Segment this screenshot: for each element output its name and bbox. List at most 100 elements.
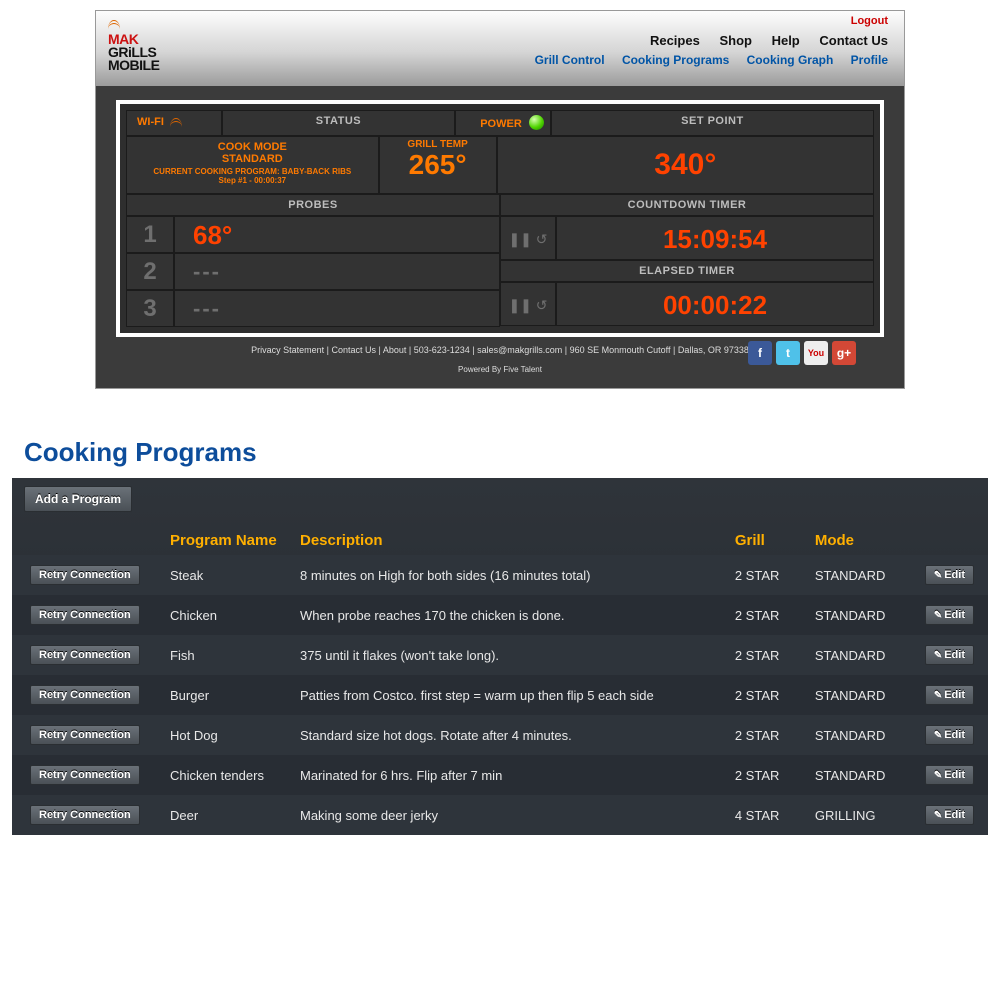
edit-button[interactable]: ✎Edit bbox=[925, 645, 974, 665]
twitter-icon[interactable]: t bbox=[776, 341, 800, 365]
probe-value: 68° bbox=[174, 216, 500, 253]
retry-connection-button[interactable]: Retry Connection bbox=[30, 605, 140, 625]
col-program-name[interactable]: Program Name bbox=[162, 526, 292, 555]
power-label: POWER bbox=[480, 118, 522, 130]
cell-grill: 2 STAR bbox=[727, 675, 807, 715]
probe-value: --- bbox=[174, 253, 500, 290]
nav-profile[interactable]: Profile bbox=[851, 53, 888, 67]
table-row: Retry ConnectionChicken tendersMarinated… bbox=[12, 755, 988, 795]
nav-recipes[interactable]: Recipes bbox=[650, 33, 700, 48]
logout-link[interactable]: Logout bbox=[851, 15, 888, 27]
probe-value: --- bbox=[174, 290, 500, 327]
elapsed-controls[interactable]: ❚❚ ↺ bbox=[500, 282, 556, 326]
add-program-button[interactable]: Add a Program bbox=[24, 486, 132, 512]
retry-connection-button[interactable]: Retry Connection bbox=[30, 565, 140, 585]
grill-temp-cell: GRILL TEMP 265° bbox=[379, 136, 497, 194]
facebook-icon[interactable]: f bbox=[748, 341, 772, 365]
countdown-controls[interactable]: ❚❚ ↺ bbox=[500, 216, 556, 260]
elapsed-row: ❚❚ ↺ 00:00:22 bbox=[500, 282, 874, 326]
elapsed-value: 00:00:22 bbox=[556, 282, 874, 326]
cooking-programs-title: Cooking Programs bbox=[24, 437, 988, 468]
status-header: STATUS bbox=[222, 110, 455, 136]
programs-table: Program Name Description Grill Mode Retr… bbox=[12, 526, 988, 835]
nav-secondary: Grill Control Cooking Programs Cooking G… bbox=[521, 53, 888, 67]
nav-grill-control[interactable]: Grill Control bbox=[535, 53, 605, 67]
cell-program-name: Steak bbox=[162, 555, 292, 595]
edit-button[interactable]: ✎Edit bbox=[925, 565, 974, 585]
cell-mode: STANDARD bbox=[807, 595, 917, 635]
pencil-icon: ✎ bbox=[934, 810, 942, 821]
setpoint-value: 340° bbox=[498, 137, 873, 193]
cook-mode-cell: COOK MODESTANDARD CURRENT COOKING PROGRA… bbox=[126, 136, 379, 194]
retry-connection-button[interactable]: Retry Connection bbox=[30, 685, 140, 705]
pencil-icon: ✎ bbox=[934, 770, 942, 781]
col-description[interactable]: Description bbox=[292, 526, 727, 555]
cell-mode: STANDARD bbox=[807, 715, 917, 755]
cell-program-name: Chicken bbox=[162, 595, 292, 635]
setpoint-header: SET POINT bbox=[551, 110, 874, 136]
nav-cooking-graph[interactable]: Cooking Graph bbox=[747, 53, 834, 67]
grill-temp-value: 265° bbox=[380, 150, 496, 180]
cell-description: Standard size hot dogs. Rotate after 4 m… bbox=[292, 715, 727, 755]
cell-program-name: Deer bbox=[162, 795, 292, 835]
nav-help[interactable]: Help bbox=[772, 33, 800, 48]
col-mode[interactable]: Mode bbox=[807, 526, 917, 555]
cell-grill: 2 STAR bbox=[727, 755, 807, 795]
edit-button[interactable]: ✎Edit bbox=[925, 725, 974, 745]
footer: Privacy Statement | Contact Us | About |… bbox=[116, 337, 884, 380]
power-cell[interactable]: POWER bbox=[455, 110, 551, 136]
edit-button[interactable]: ✎Edit bbox=[925, 605, 974, 625]
table-row: Retry ConnectionFish375 until it flakes … bbox=[12, 635, 988, 675]
table-row: Retry Connection DeerMaking some deer jer… bbox=[12, 795, 988, 835]
probe-number: 1 bbox=[126, 216, 174, 253]
retry-connection-button[interactable]: Retry Connection bbox=[30, 805, 140, 825]
app-frame: MAK GRiLLS MOBILE Logout Recipes Shop He… bbox=[95, 10, 905, 389]
probes-header: PROBES bbox=[126, 194, 500, 216]
logo-text: MAK GRiLLS MOBILE bbox=[108, 33, 159, 72]
wifi-cell: WI-FI bbox=[126, 110, 222, 136]
googleplus-icon[interactable]: g+ bbox=[832, 341, 856, 365]
cell-grill: 2 STAR bbox=[727, 635, 807, 675]
wifi-label: WI-FI bbox=[137, 116, 164, 128]
cell-mode: STANDARD bbox=[807, 635, 917, 675]
edit-button[interactable]: ✎Edit bbox=[925, 765, 974, 785]
timers-col: ❚❚ ↺ 15:09:54 ELAPSED TIMER ❚❚ ↺ 00:00:2… bbox=[500, 216, 874, 327]
cell-program-name: Chicken tenders bbox=[162, 755, 292, 795]
cell-description: 8 minutes on High for both sides (16 min… bbox=[292, 555, 727, 595]
retry-connection-button[interactable]: Retry Connection bbox=[30, 645, 140, 665]
topbar: MAK GRiLLS MOBILE Logout Recipes Shop He… bbox=[96, 11, 904, 86]
table-row: Retry Connection Steak8 minutes on High f… bbox=[12, 555, 988, 595]
cooking-programs-section: Cooking Programs Add a Program Program N… bbox=[12, 437, 988, 835]
cell-grill: 2 STAR bbox=[727, 715, 807, 755]
table-row: Retry ConnectionChickenWhen probe reache… bbox=[12, 595, 988, 635]
cook-mode-l1: COOK MODE bbox=[218, 141, 287, 153]
cell-grill: 2 STAR bbox=[727, 555, 807, 595]
edit-button[interactable]: ✎Edit bbox=[925, 685, 974, 705]
pencil-icon: ✎ bbox=[934, 650, 942, 661]
countdown-row: ❚❚ ↺ 15:09:54 bbox=[500, 216, 874, 260]
edit-button[interactable]: ✎Edit bbox=[925, 805, 974, 825]
retry-connection-button[interactable]: Retry Connection bbox=[30, 765, 140, 785]
elapsed-header: ELAPSED TIMER bbox=[500, 260, 874, 282]
nav-contact[interactable]: Contact Us bbox=[819, 33, 888, 48]
nav-shop[interactable]: Shop bbox=[719, 33, 752, 48]
probe-number: 2 bbox=[126, 253, 174, 290]
cell-description: Making some deer jerky bbox=[292, 795, 727, 835]
countdown-header: COUNTDOWN TIMER bbox=[500, 194, 874, 216]
pencil-icon: ✎ bbox=[934, 690, 942, 701]
nav-primary: Recipes Shop Help Contact Us bbox=[634, 33, 888, 48]
nav-cooking-programs[interactable]: Cooking Programs bbox=[622, 53, 729, 67]
power-led-icon bbox=[529, 115, 544, 130]
probe-row: 2--- bbox=[126, 253, 500, 290]
cell-mode: GRILLING bbox=[807, 795, 917, 835]
retry-connection-button[interactable]: Retry Connection bbox=[30, 725, 140, 745]
pencil-icon: ✎ bbox=[934, 730, 942, 741]
cell-program-name: Hot Dog bbox=[162, 715, 292, 755]
dashboard-wrap: WI-FI STATUS POWER SET POINT COOK MODEST… bbox=[96, 86, 904, 388]
wifi-signal-icon bbox=[170, 118, 182, 126]
col-grill[interactable]: Grill bbox=[727, 526, 807, 555]
setpoint-cell[interactable]: 340° bbox=[497, 136, 874, 194]
cell-grill: 4 STAR bbox=[727, 795, 807, 835]
current-step: Step #1 - 00:00:37 bbox=[135, 176, 370, 185]
youtube-icon[interactable]: You bbox=[804, 341, 828, 365]
